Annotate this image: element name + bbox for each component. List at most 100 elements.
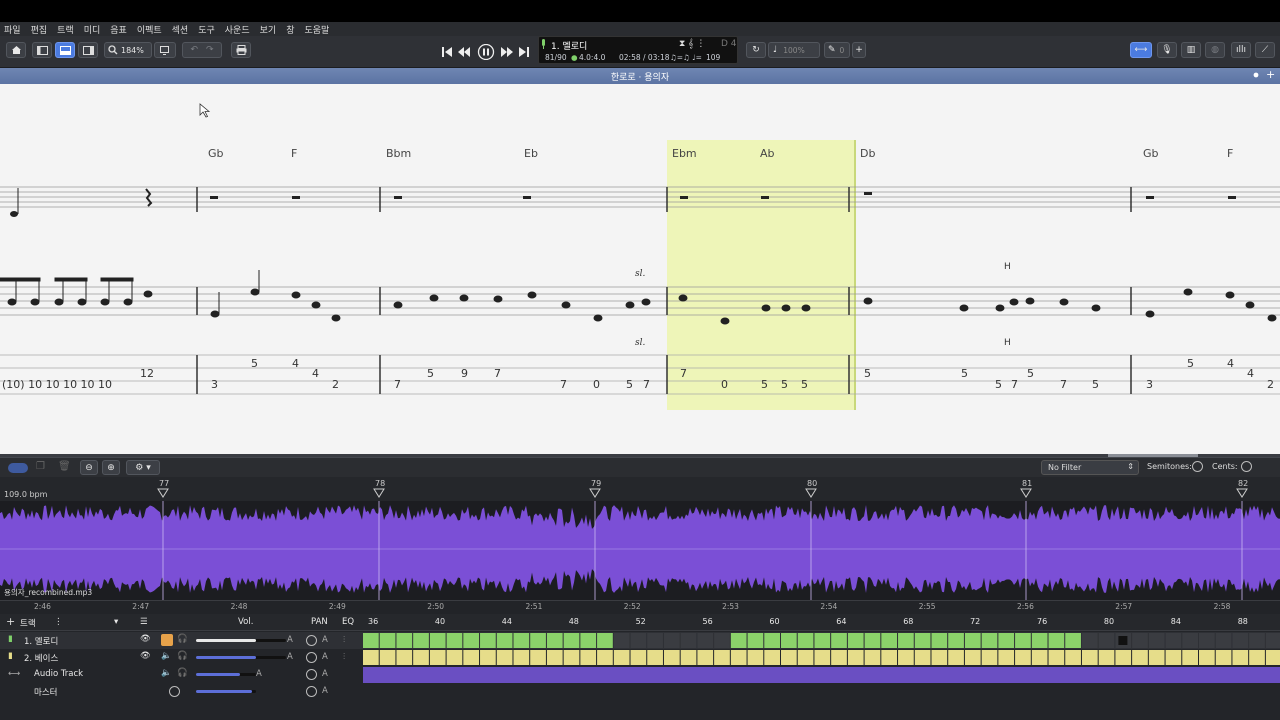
bar-ruler[interactable]: 109.0 bpm 77 78 79 80 81 82 bbox=[0, 477, 1280, 501]
undo-icon[interactable]: ↶ bbox=[190, 45, 198, 55]
melody-bar-block[interactable] bbox=[764, 633, 780, 648]
melody-bar-block[interactable] bbox=[981, 633, 998, 648]
track-row-master[interactable]: 마스터 A bbox=[0, 683, 1280, 700]
cents-knob[interactable] bbox=[1241, 461, 1252, 472]
bass-bar-block[interactable] bbox=[496, 650, 513, 665]
bass-bar-block[interactable] bbox=[580, 650, 597, 665]
bass-bar-block[interactable] bbox=[881, 650, 898, 665]
add-button[interactable]: + bbox=[852, 42, 866, 58]
mute-icon-audio[interactable]: 🔈 bbox=[161, 668, 172, 678]
melody-bar-block[interactable] bbox=[680, 633, 697, 648]
bass-bar-block[interactable] bbox=[864, 650, 881, 665]
bass-bar-block[interactable] bbox=[781, 650, 797, 665]
bass-bar-block[interactable] bbox=[613, 650, 630, 665]
bass-bar-block[interactable] bbox=[1232, 650, 1249, 665]
volume-fader-bass[interactable] bbox=[196, 656, 256, 659]
fit-width-button[interactable]: ⟷ bbox=[1130, 42, 1152, 58]
melody-bar-block[interactable] bbox=[847, 633, 864, 648]
melody-bar-block[interactable] bbox=[1182, 633, 1198, 648]
bass-bar-block[interactable] bbox=[931, 650, 948, 665]
mute-icon[interactable] bbox=[161, 634, 173, 646]
bass-bar-block[interactable] bbox=[1182, 650, 1198, 665]
melody-bar-block[interactable] bbox=[513, 633, 530, 648]
bass-bar-block[interactable] bbox=[647, 650, 663, 665]
melody-bar-block[interactable] bbox=[1232, 633, 1249, 648]
loop-button[interactable]: ↻ bbox=[746, 42, 766, 58]
melody-bar-block[interactable] bbox=[730, 633, 747, 648]
bass-bar-block[interactable] bbox=[964, 650, 981, 665]
melody-bar-block[interactable] bbox=[530, 633, 546, 648]
melody-bar-block[interactable] bbox=[864, 633, 881, 648]
bass-bar-block[interactable] bbox=[396, 650, 413, 665]
menu-note[interactable]: 음표 bbox=[110, 23, 127, 36]
melody-bar-block[interactable] bbox=[1098, 633, 1115, 648]
volume-fader-audio[interactable] bbox=[196, 673, 240, 676]
headphones-icon[interactable]: 🎧 bbox=[177, 634, 188, 644]
bass-bar-block[interactable] bbox=[429, 650, 446, 665]
melody-bar-block[interactable] bbox=[1249, 633, 1265, 648]
bass-bar-block[interactable] bbox=[513, 650, 530, 665]
bass-bar-block[interactable] bbox=[1031, 650, 1048, 665]
bass-bar-block[interactable] bbox=[379, 650, 396, 665]
headphones-icon-audio[interactable]: 🎧 bbox=[177, 668, 188, 678]
pan-knob-master[interactable] bbox=[306, 686, 317, 697]
automation-icon-2[interactable]: A bbox=[322, 635, 328, 645]
bass-bar-block[interactable] bbox=[747, 650, 764, 665]
toggle-switch[interactable] bbox=[8, 463, 28, 473]
drum-button[interactable]: ◍ bbox=[1205, 42, 1225, 58]
melody-bar-block[interactable] bbox=[931, 633, 948, 648]
volume-fader-melody[interactable] bbox=[196, 639, 256, 642]
home-button[interactable] bbox=[6, 42, 26, 58]
mute-icon-bass[interactable]: 🔈 bbox=[161, 651, 172, 661]
pan-knob-audio[interactable] bbox=[306, 669, 317, 680]
bass-bar-block[interactable] bbox=[480, 650, 496, 665]
melody-bar-block[interactable] bbox=[797, 633, 814, 648]
bass-bar-block[interactable] bbox=[663, 650, 680, 665]
automation-icon-bass-2[interactable]: A bbox=[322, 652, 328, 662]
pan-knob-melody[interactable] bbox=[306, 635, 317, 646]
volume-fader-master[interactable] bbox=[196, 690, 252, 693]
melody-bar-block[interactable] bbox=[814, 633, 831, 648]
visibility-icon[interactable]: 👁 bbox=[140, 634, 151, 644]
lcd-display[interactable]: 1. 멜로디 ⧗ 𝄞 ⋮ D 4 81/90 ● 4.0:4.0 02:58 /… bbox=[538, 36, 738, 64]
melody-bar-block[interactable] bbox=[630, 633, 647, 648]
eq-icon-bass[interactable]: ⫶ bbox=[343, 652, 345, 662]
bass-bar-block[interactable] bbox=[1098, 650, 1115, 665]
rewind-icon[interactable] bbox=[458, 47, 470, 57]
menu-help[interactable]: 도움말 bbox=[304, 23, 329, 36]
melody-bar-block[interactable] bbox=[413, 633, 429, 648]
zoom-control[interactable]: 184% bbox=[104, 42, 152, 58]
filter-select[interactable]: No Filter ⇕ bbox=[1041, 460, 1139, 475]
menu-track[interactable]: 트랙 bbox=[57, 23, 74, 36]
bass-bar-block[interactable] bbox=[998, 650, 1015, 665]
melody-bar-block[interactable] bbox=[898, 633, 914, 648]
menu-midi[interactable]: 미디 bbox=[84, 23, 101, 36]
tab-dot-icon[interactable] bbox=[1253, 72, 1259, 78]
bass-bar-block[interactable] bbox=[597, 650, 613, 665]
zoom-out-button[interactable]: ⊖ bbox=[80, 460, 98, 475]
menu-view[interactable]: 보기 bbox=[260, 23, 277, 36]
melody-bar-block[interactable] bbox=[546, 633, 563, 648]
bass-bar-block[interactable] bbox=[797, 650, 814, 665]
melody-bar-block[interactable] bbox=[480, 633, 496, 648]
fast-forward-icon[interactable] bbox=[501, 47, 513, 57]
bass-bar-block[interactable] bbox=[764, 650, 780, 665]
melody-bar-block[interactable] bbox=[1165, 633, 1182, 648]
bass-bar-block[interactable] bbox=[948, 650, 964, 665]
melody-bar-block[interactable] bbox=[446, 633, 463, 648]
melody-bar-block[interactable] bbox=[429, 633, 446, 648]
add-track-icon[interactable]: + bbox=[6, 615, 15, 628]
melody-bar-block[interactable] bbox=[463, 633, 480, 648]
menu-sound[interactable]: 사운드 bbox=[225, 23, 250, 36]
mic-button[interactable]: 🎙 bbox=[1157, 42, 1177, 58]
melody-bar-block[interactable] bbox=[714, 633, 730, 648]
bass-bar-block[interactable] bbox=[1048, 650, 1065, 665]
melody-bar-block[interactable] bbox=[697, 633, 714, 648]
bass-bar-block[interactable] bbox=[463, 650, 480, 665]
bass-bar-block[interactable] bbox=[981, 650, 998, 665]
skip-end-icon[interactable] bbox=[519, 47, 529, 57]
print-button[interactable] bbox=[231, 42, 251, 58]
bass-bar-block[interactable] bbox=[898, 650, 914, 665]
waveform-button[interactable]: ıllı bbox=[1231, 42, 1251, 58]
melody-bar-block[interactable] bbox=[1132, 633, 1148, 648]
